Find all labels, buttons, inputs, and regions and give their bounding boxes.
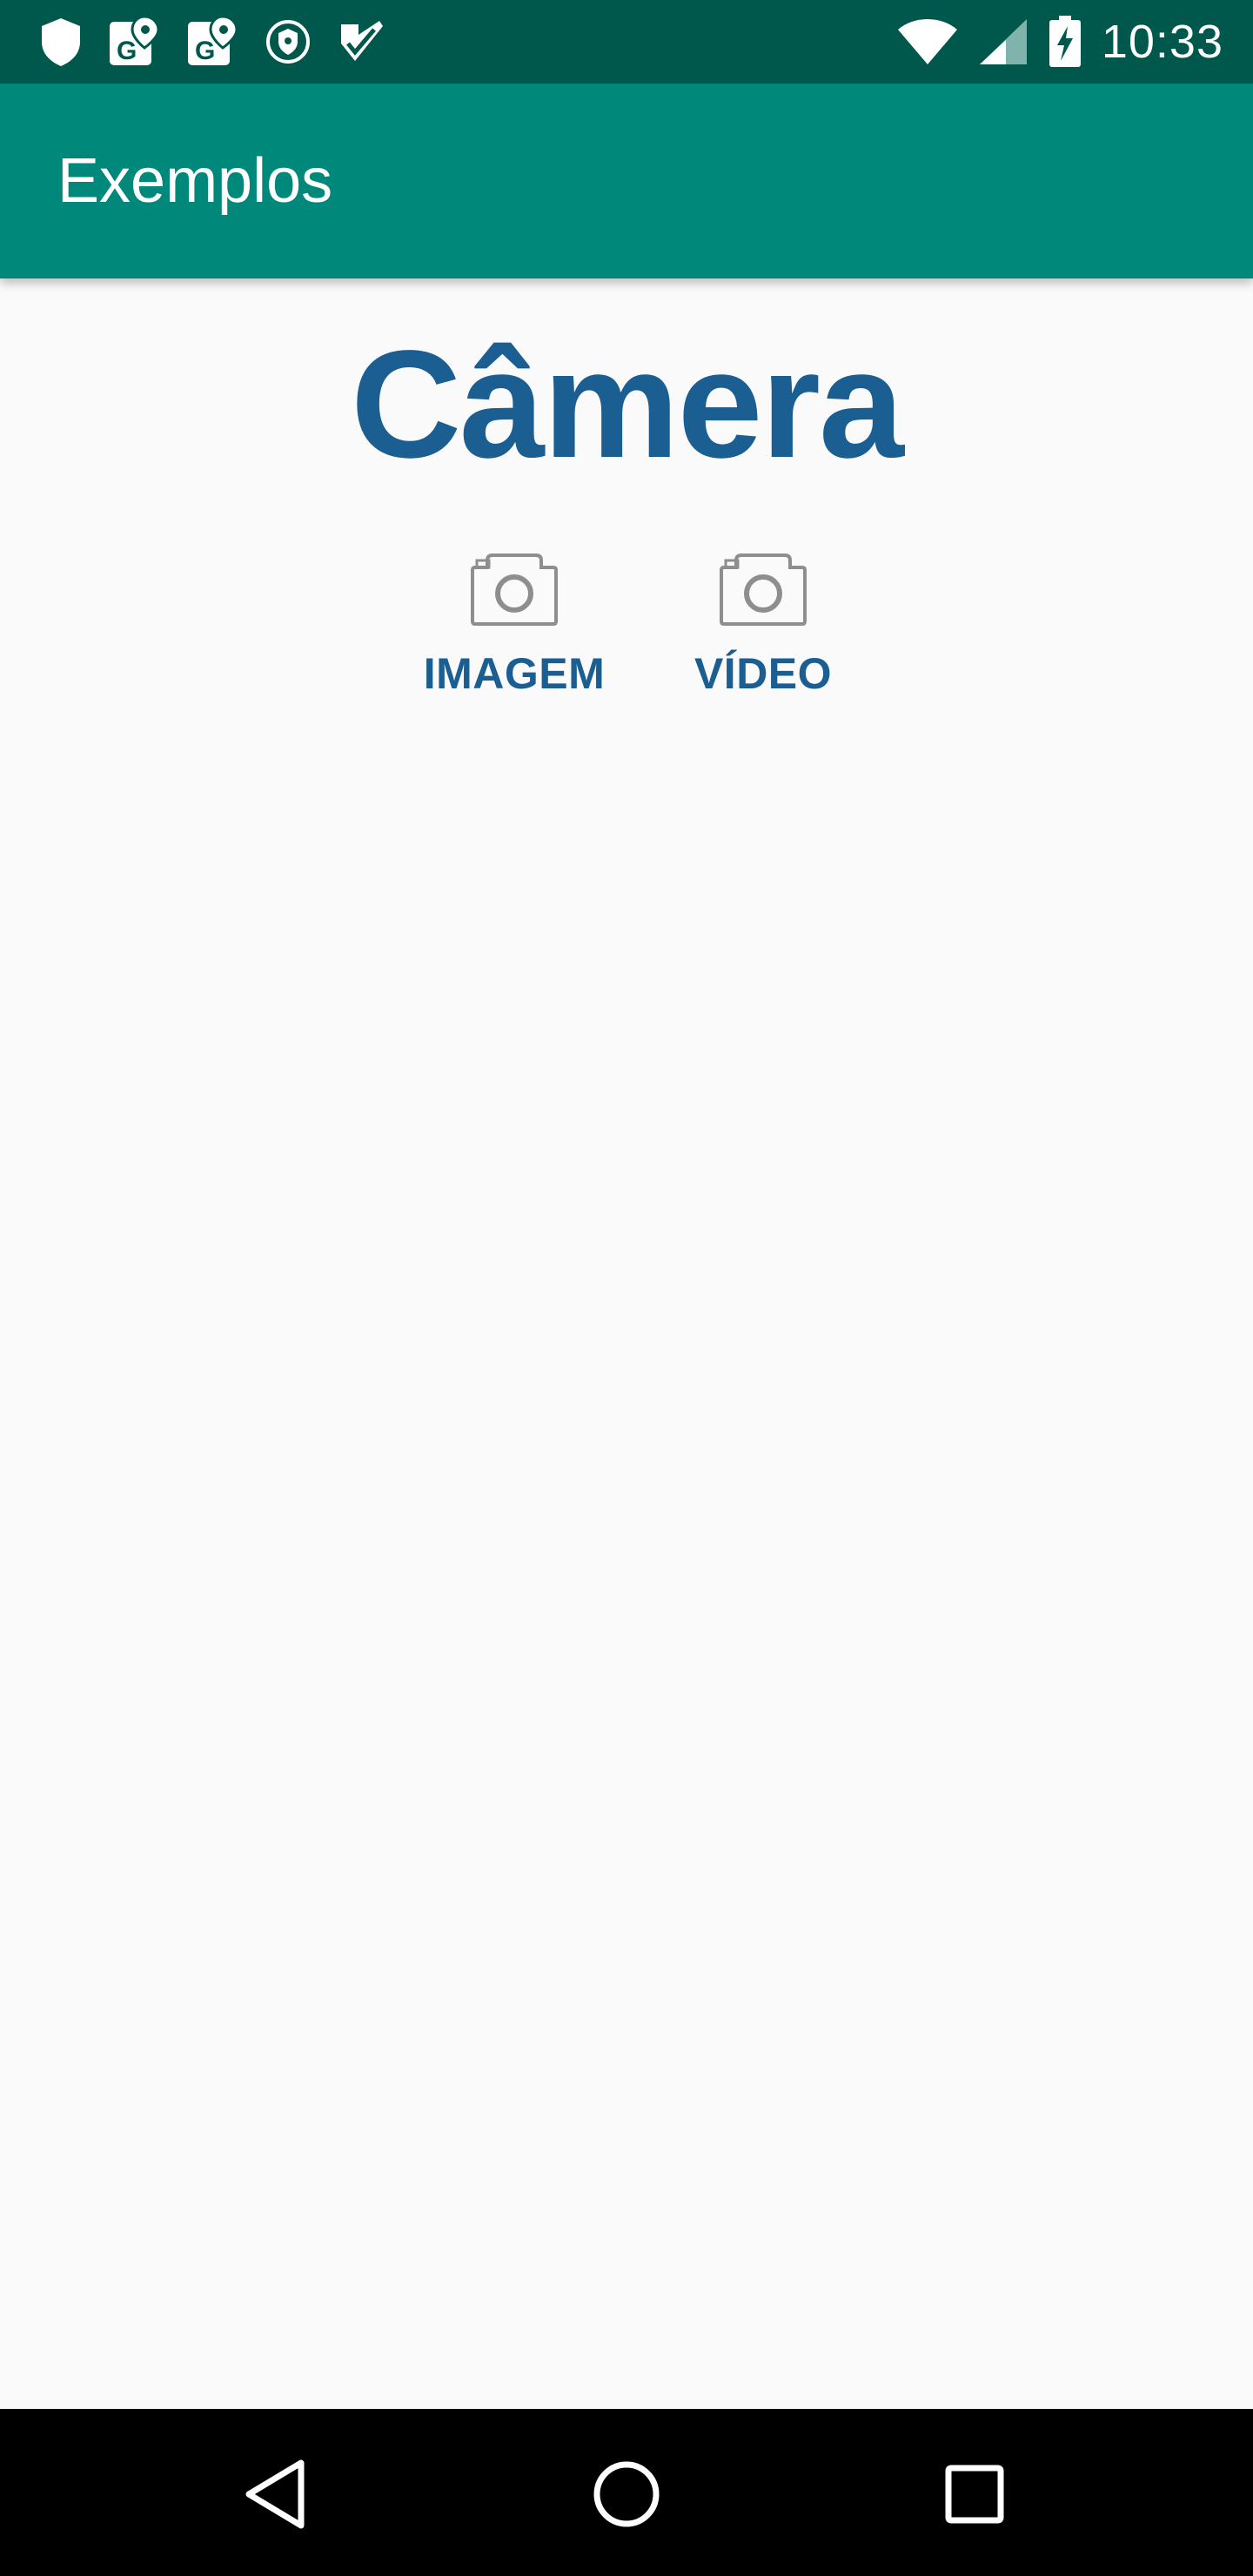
app-bar: Exemplos: [0, 84, 1253, 278]
back-button[interactable]: [235, 2451, 322, 2538]
video-button-label: VÍDEO: [694, 649, 833, 698]
wifi-icon: [897, 19, 957, 64]
recents-button[interactable]: [931, 2451, 1018, 2538]
maps-g-icon: G: [188, 15, 238, 65]
cellular-signal-icon: [979, 19, 1027, 64]
home-button[interactable]: [583, 2451, 670, 2538]
camera-icon: [720, 553, 807, 626]
status-bar: G G 10:33: [0, 0, 1253, 84]
notification-icons: G G: [38, 12, 385, 71]
image-button-label: IMAGEM: [423, 649, 606, 698]
shield-icon: [42, 18, 80, 66]
back-icon: [245, 2459, 305, 2529]
main-content: Câmera IMAGEM VÍDEO: [0, 278, 1253, 2409]
svg-text:G: G: [117, 37, 137, 65]
navigation-bar: [0, 2409, 1253, 2576]
image-capture-button[interactable]: IMAGEM: [405, 540, 623, 740]
page-title: Câmera: [351, 319, 904, 490]
home-icon: [593, 2461, 660, 2527]
check-icon: [341, 21, 383, 61]
app-title: Exemplos: [57, 146, 333, 216]
maps-g-icon: G: [110, 15, 160, 65]
camera-icon: [471, 553, 558, 626]
battery-charging-icon: [1049, 16, 1081, 67]
svg-text:G: G: [195, 37, 215, 65]
video-capture-button[interactable]: VÍDEO: [654, 540, 872, 740]
status-time: 10:33: [1101, 16, 1223, 68]
recents-icon: [945, 2465, 1004, 2524]
system-status-icons: 10:33: [896, 9, 1223, 75]
vpn-shield-icon: [266, 20, 310, 64]
